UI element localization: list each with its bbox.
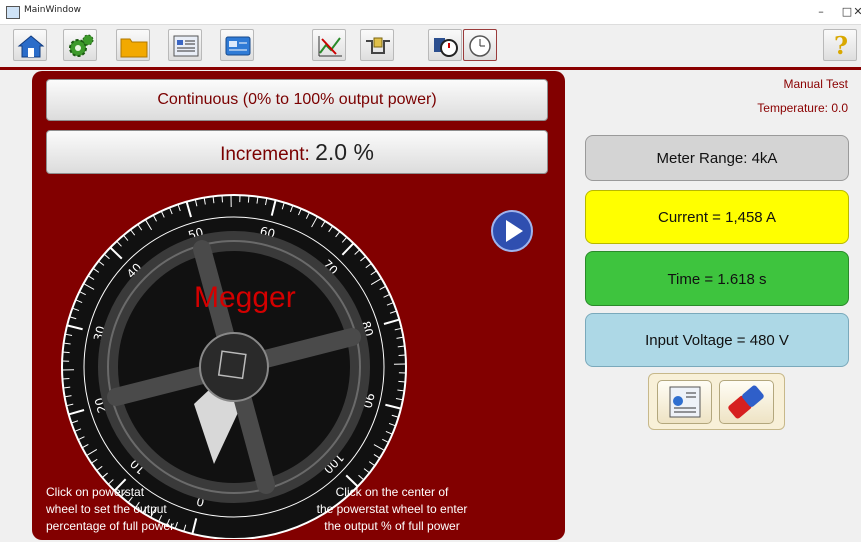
- clear-button[interactable]: [719, 380, 774, 424]
- meter-range-display[interactable]: Meter Range: 4kA: [585, 135, 849, 181]
- settings-button[interactable]: [63, 29, 97, 61]
- settings-icon: [69, 34, 94, 57]
- help-button[interactable]: ?: [823, 29, 857, 61]
- eraser-icon: [728, 385, 764, 419]
- wheel-note-left: Click on powerstat wheel to set the outp…: [46, 484, 174, 535]
- relay-icon: [366, 37, 390, 54]
- minimize-button[interactable]: –: [808, 2, 834, 22]
- action-button-group: [648, 373, 785, 430]
- play-button[interactable]: [490, 209, 534, 253]
- title-bar: MainWindow – □ ✕: [0, 0, 861, 25]
- time-display: Time = 1.618 s: [585, 251, 849, 306]
- close-button[interactable]: ✕: [852, 2, 861, 22]
- window-title: MainWindow: [24, 5, 81, 15]
- note-right-line: the output % of full power: [324, 519, 460, 533]
- card-icon: [225, 36, 251, 56]
- note-right-line: the powerstat wheel to enter: [316, 502, 468, 516]
- powerstat-panel: Continuous (0% to 100% output power) Inc…: [32, 71, 565, 540]
- dial-tick: [62, 351, 70, 354]
- wheel-hub[interactable]: [199, 332, 269, 402]
- chart-button[interactable]: [312, 29, 346, 61]
- home-button[interactable]: [13, 29, 47, 61]
- dial-tick: [247, 195, 250, 203]
- open-folder-button[interactable]: [116, 29, 150, 61]
- report-button[interactable]: [168, 29, 202, 61]
- increment-label: Increment:: [220, 144, 310, 165]
- temperature-label: Temperature: 0.0: [757, 101, 848, 115]
- wheel-note-right: Click on the center of the powerstat whe…: [287, 484, 497, 535]
- note-left-line: Click on powerstat: [46, 485, 145, 499]
- app-icon: [6, 6, 20, 19]
- clock-icon: [469, 35, 491, 57]
- chart-icon: [318, 36, 342, 57]
- output-mode-button[interactable]: Continuous (0% to 100% output power): [46, 79, 548, 121]
- note-right-line: Click on the center of: [335, 485, 449, 499]
- clock-button[interactable]: [463, 29, 497, 61]
- input-voltage-display: Input Voltage = 480 V: [585, 313, 849, 367]
- note-left-line: percentage of full power: [46, 519, 175, 533]
- timer-start-button[interactable]: [428, 29, 462, 61]
- note-left-line: wheel to set the output: [46, 502, 167, 516]
- report-icon: [173, 35, 199, 57]
- timer-start-icon: [434, 38, 458, 57]
- test-mode-label: Manual Test: [783, 77, 848, 91]
- current-display: Current = 1,458 A: [585, 190, 849, 244]
- toolbar-divider: [0, 67, 861, 70]
- dial-tick: [398, 380, 406, 383]
- toolbar: ?: [0, 25, 861, 67]
- increment-button[interactable]: Increment: 2.0 %: [46, 130, 548, 174]
- folder-icon: [120, 38, 148, 58]
- relay-button[interactable]: [360, 29, 394, 61]
- report-icon: [669, 386, 701, 418]
- test-report-button[interactable]: [657, 380, 712, 424]
- home-icon: [17, 35, 45, 58]
- help-icon: ?: [834, 31, 849, 60]
- increment-value: 2.0 %: [315, 139, 374, 165]
- card-button[interactable]: [220, 29, 254, 61]
- dial-brand-text: Megger: [194, 281, 296, 314]
